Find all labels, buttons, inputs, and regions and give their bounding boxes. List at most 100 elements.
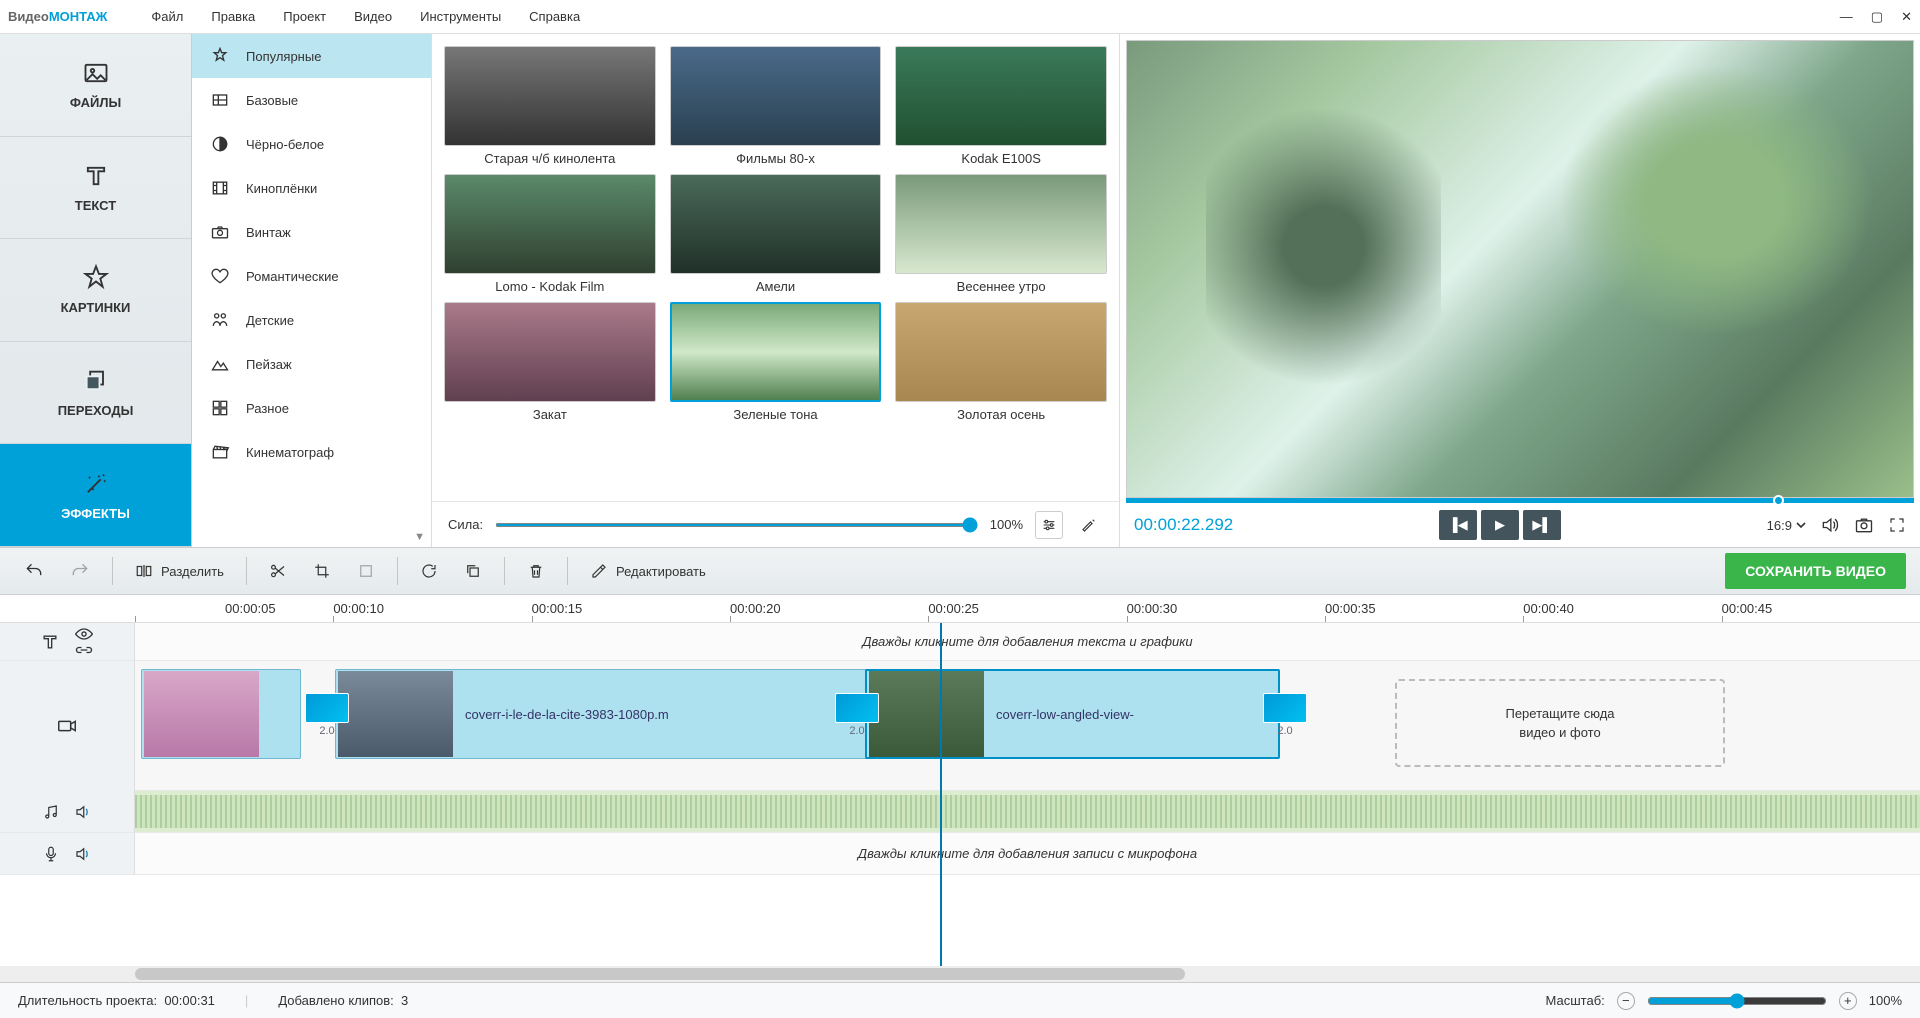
cat-vintage[interactable]: Винтаж (192, 210, 431, 254)
strength-value: 100% (990, 517, 1023, 532)
track-audio-body[interactable] (135, 791, 1920, 832)
track-video-body[interactable]: 2.0 coverr-i-le-de-la-cite-3983-1080p.m … (135, 661, 1920, 790)
effect-autumn[interactable]: Золотая осень (895, 302, 1107, 422)
menu-tools[interactable]: Инструменты (406, 0, 515, 34)
cat-landscape[interactable]: Пейзаж (192, 342, 431, 386)
zoom-slider[interactable] (1647, 993, 1827, 1009)
seek-bar[interactable] (1126, 498, 1914, 503)
transition-3[interactable]: 2.0 (1263, 693, 1307, 737)
cat-misc[interactable]: Разное (192, 386, 431, 430)
close-button[interactable]: ✕ (1901, 9, 1912, 25)
track-video-head (0, 661, 135, 791)
cut-button[interactable] (259, 555, 297, 587)
effect-green[interactable]: Зеленые тона (670, 302, 882, 422)
settings-button[interactable] (1035, 511, 1063, 539)
cat-cinema[interactable]: Кинематограф (192, 430, 431, 474)
tick: 00:00:20 (730, 595, 928, 622)
speaker-icon[interactable] (74, 845, 92, 863)
track-mic-body[interactable]: Дважды кликните для добавления записи с … (135, 833, 1920, 874)
heart-icon (210, 266, 230, 286)
zoom-value: 100% (1869, 993, 1902, 1008)
tab-files[interactable]: ФАЙЛЫ (0, 34, 191, 137)
speaker-icon[interactable] (74, 803, 92, 821)
effect-sunset[interactable]: Закат (444, 302, 656, 422)
tick: 00:00:35 (1325, 595, 1523, 622)
minimize-button[interactable]: — (1840, 9, 1853, 25)
menu-help[interactable]: Справка (515, 0, 594, 34)
menu-project[interactable]: Проект (269, 0, 340, 34)
effect-thumb (895, 46, 1107, 146)
time-ruler[interactable]: 00:00:05 00:00:10 00:00:15 00:00:20 00:0… (0, 595, 1920, 623)
camera-icon (210, 222, 230, 242)
fullscreen-icon[interactable] (1888, 516, 1906, 534)
split-button[interactable]: Разделить (125, 555, 234, 587)
drop-zone[interactable]: Перетащите сюда видео и фото (1395, 679, 1725, 767)
star-icon (82, 264, 110, 292)
clip-1[interactable] (141, 669, 301, 759)
tick: 00:00:25 (928, 595, 1126, 622)
trash-icon (527, 562, 545, 580)
zoom-out-button[interactable]: − (1617, 992, 1635, 1010)
cat-popular[interactable]: Популярные (192, 34, 431, 78)
play-button[interactable]: ▶ (1481, 510, 1519, 540)
effect-thumb (670, 174, 882, 274)
transition-1[interactable]: 2.0 (305, 693, 349, 737)
strength-slider[interactable] (495, 523, 978, 527)
transition-2[interactable]: 2.0 (835, 693, 879, 737)
track-text-body[interactable]: Дважды кликните для добавления текста и … (135, 623, 1920, 660)
tab-text[interactable]: ТЕКСТ (0, 137, 191, 240)
zoom-in-button[interactable]: + (1839, 992, 1857, 1010)
preview-image (1126, 40, 1914, 498)
effect-kodak[interactable]: Kodak E100S (895, 46, 1107, 166)
prev-button[interactable]: ▐◀ (1439, 510, 1477, 540)
expand-icon[interactable]: ▼ (414, 531, 425, 543)
effect-amelie[interactable]: Амели (670, 174, 882, 294)
link-icon[interactable] (74, 643, 94, 657)
save-video-button[interactable]: СОХРАНИТЬ ВИДЕО (1725, 553, 1906, 589)
magic-button[interactable] (1075, 511, 1103, 539)
menu-edit[interactable]: Правка (197, 0, 269, 34)
contrast-icon (210, 134, 230, 154)
squares-icon (210, 398, 230, 418)
frame-button[interactable] (347, 555, 385, 587)
menu-file[interactable]: Файл (137, 0, 197, 34)
copy-icon (464, 562, 482, 580)
aspect-selector[interactable]: 16:9 (1767, 518, 1806, 533)
square-icon (357, 562, 375, 580)
playhead[interactable] (940, 623, 942, 966)
volume-icon[interactable] (1820, 515, 1840, 535)
snapshot-icon[interactable] (1854, 515, 1874, 535)
effect-80s[interactable]: Фильмы 80-х (670, 46, 882, 166)
menu-video[interactable]: Видео (340, 0, 406, 34)
tab-pictures[interactable]: КАРТИНКИ (0, 239, 191, 342)
duplicate-button[interactable] (454, 555, 492, 587)
cat-romantic[interactable]: Романтические (192, 254, 431, 298)
effect-lomo[interactable]: Lomo - Kodak Film (444, 174, 656, 294)
undo-button[interactable] (14, 555, 54, 587)
horizontal-scrollbar[interactable] (0, 966, 1920, 982)
film-icon (210, 178, 230, 198)
cat-film[interactable]: Киноплёнки (192, 166, 431, 210)
cat-bw[interactable]: Чёрно-белое (192, 122, 431, 166)
rotate-button[interactable] (410, 555, 448, 587)
delete-button[interactable] (517, 555, 555, 587)
clip-3[interactable]: coverr-low-angled-view- (865, 669, 1280, 759)
eye-icon[interactable] (74, 627, 94, 641)
redo-button[interactable] (60, 555, 100, 587)
effect-old-bw[interactable]: Старая ч/б кинолента (444, 46, 656, 166)
cat-basic[interactable]: Базовые (192, 78, 431, 122)
clips-count: Добавлено клипов: 3 (278, 993, 408, 1008)
effect-spring[interactable]: Весеннее утро (895, 174, 1107, 294)
edit-button[interactable]: Редактировать (580, 555, 716, 587)
tab-effects[interactable]: ЭФФЕКТЫ (0, 444, 191, 547)
cat-kids[interactable]: Детские (192, 298, 431, 342)
timeline-toolbar: Разделить Редактировать СОХРАНИТЬ ВИДЕО (0, 547, 1920, 595)
tick: 00:00:15 (532, 595, 730, 622)
next-button[interactable]: ▶▌ (1523, 510, 1561, 540)
maximize-button[interactable]: ▢ (1871, 9, 1883, 25)
tab-transitions[interactable]: ПЕРЕХОДЫ (0, 342, 191, 445)
track-audio-head (0, 791, 135, 832)
crop-button[interactable] (303, 555, 341, 587)
tick: 00:00:40 (1523, 595, 1721, 622)
rotate-icon (420, 562, 438, 580)
